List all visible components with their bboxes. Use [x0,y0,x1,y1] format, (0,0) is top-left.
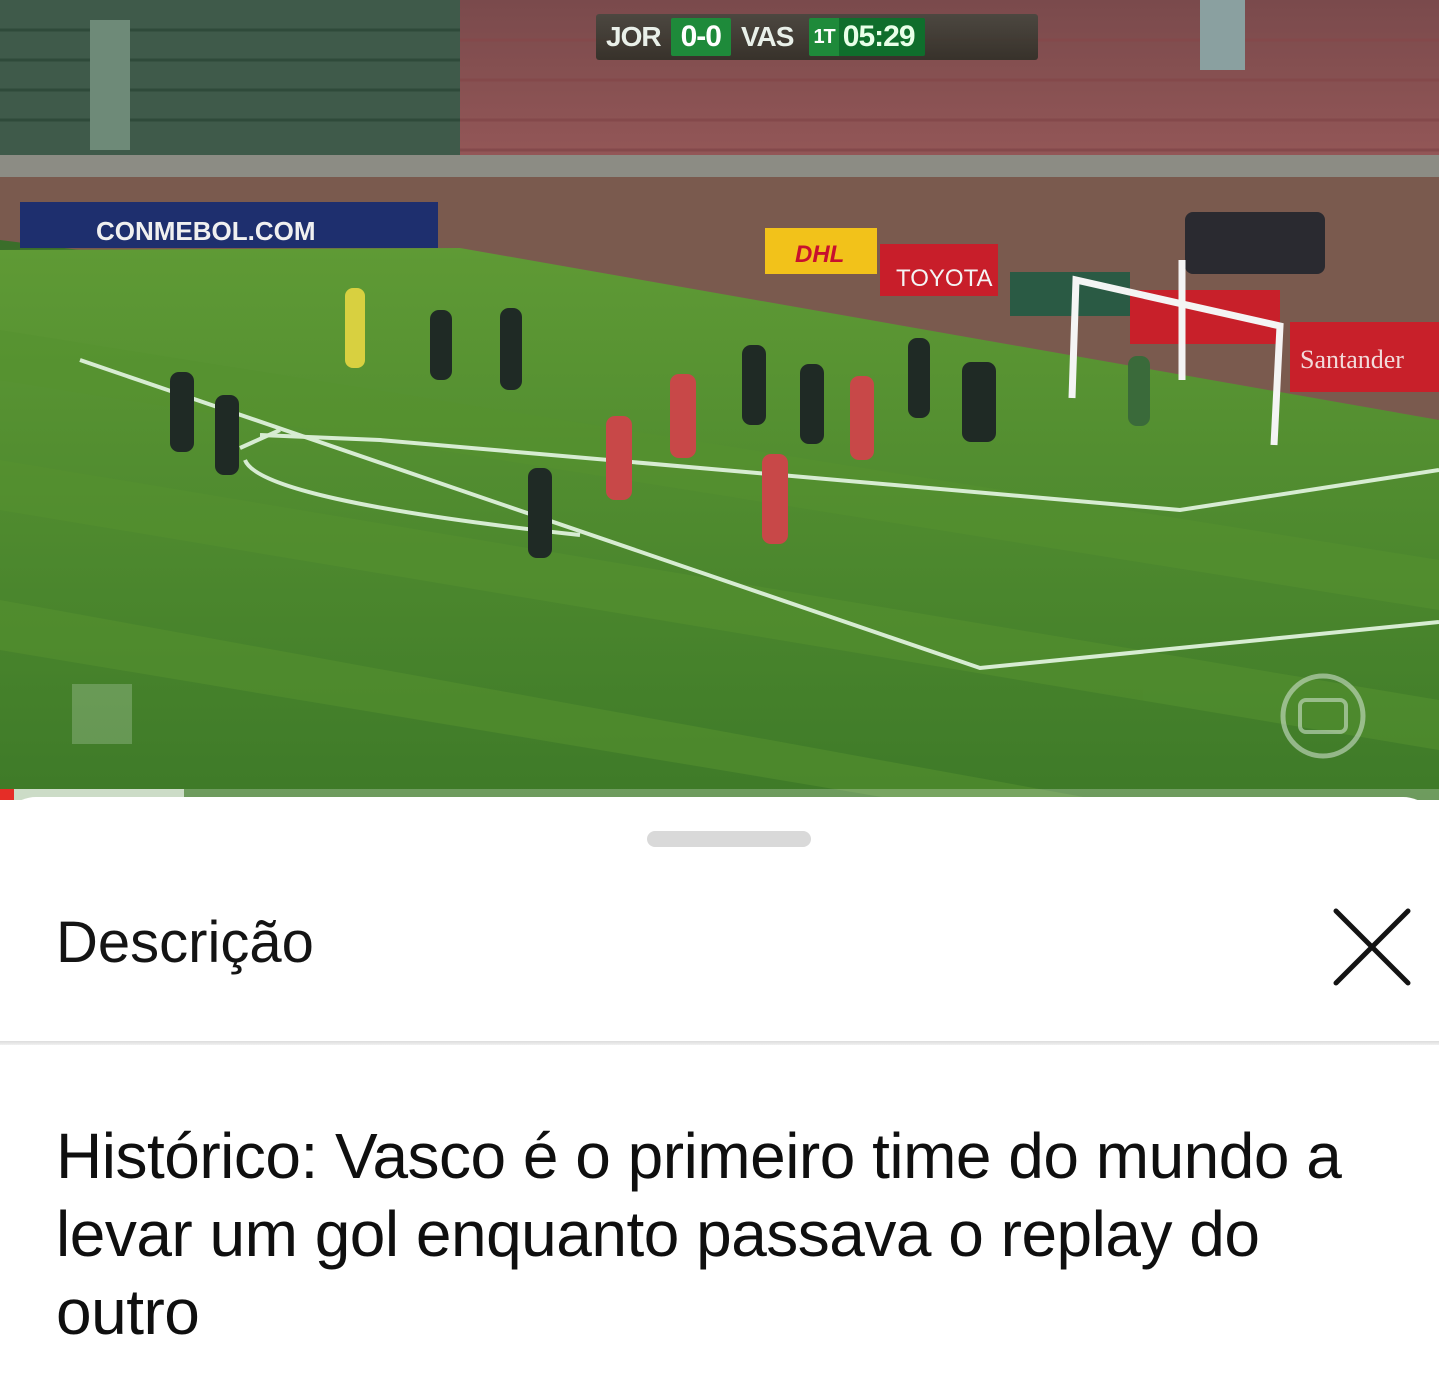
video-frame: CONMEBOL.COM DHL TOYOTA Santander [0,0,1439,800]
dhl-text: DHL [795,241,844,268]
close-icon [1333,908,1411,986]
score: 0-0 [670,18,731,56]
watermark-icon [72,684,132,744]
divider [0,1041,1439,1045]
description-sheet: Descrição Histórico: Vasco é o primeiro … [0,797,1439,1373]
toyota-text: TOYOTA [896,265,992,292]
video-player[interactable]: CONMEBOL.COM DHL TOYOTA Santander JOR 0-… [0,0,1439,800]
sheet-title: Descrição [56,910,314,975]
match-half: 1T [809,18,839,56]
description-text: Histórico: Vasco é o primeiro time do mu… [56,1120,1342,1348]
close-button[interactable] [1326,901,1418,993]
played-bar [0,789,15,800]
conmebol-text: CONMEBOL.COM [96,216,316,246]
other-board [1010,272,1130,316]
santander-text: Santander [1300,345,1404,374]
home-team: JOR [606,21,662,52]
scoreboard: JOR 0-0 VAS 1T 05:29 [596,14,1038,60]
drag-handle[interactable] [647,831,811,847]
away-team: VAS [740,21,794,52]
match-clock: 05:29 [838,18,925,56]
referee [345,288,365,368]
